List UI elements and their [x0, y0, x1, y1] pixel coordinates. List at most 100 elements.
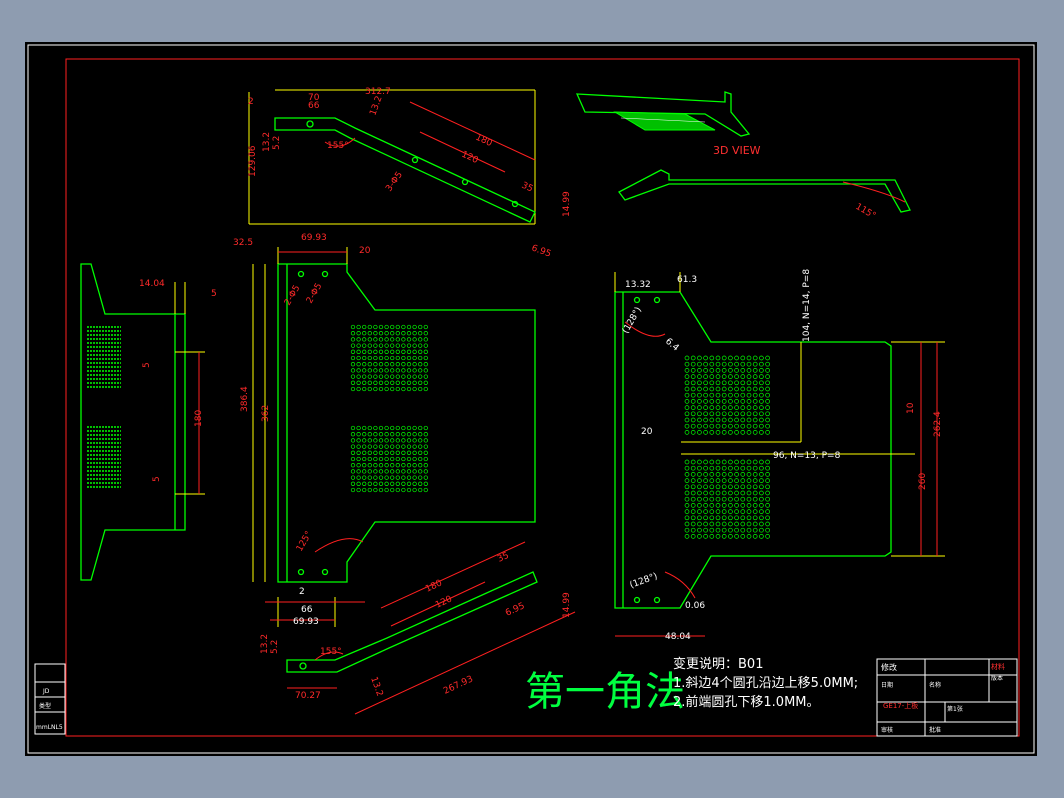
perforation-hole [390, 386, 395, 392]
perforation-hole [715, 503, 721, 508]
perforation-hole [362, 444, 367, 449]
perforation-hole [690, 361, 696, 367]
perforation-hole [690, 405, 696, 410]
perforation-hole [418, 432, 423, 437]
perforation-hole [684, 380, 690, 386]
perforation-hole [378, 487, 384, 493]
perforation-hole [765, 380, 770, 386]
perforation-hole [373, 362, 378, 367]
perforation-hole [401, 444, 406, 449]
perforation-hole [406, 331, 412, 336]
perforation-hole [378, 456, 384, 462]
perforation-hole [362, 432, 367, 437]
perforation-hole [684, 509, 690, 514]
perforation-hole [367, 349, 372, 354]
technical-drawing: JD 类型 mmLNL5 312.7 70 66 2 13.2 13.2 5.2… [27, 44, 1035, 754]
perforation-hole [715, 374, 721, 379]
perforation-hole [373, 386, 378, 392]
perforation-hole [715, 392, 721, 398]
outer-border [27, 44, 1035, 754]
perforation-hole [406, 386, 412, 392]
perforation-hole [734, 386, 739, 392]
perforation-hole [765, 459, 770, 465]
perforation-hole [350, 469, 356, 474]
perforation-hole [697, 472, 702, 477]
perforation-hole [356, 487, 361, 493]
perforation-hole [373, 380, 378, 385]
perforation-hole [395, 331, 400, 336]
perforation-hole [418, 481, 423, 486]
perforation-hole [759, 465, 764, 471]
perforation-hole [362, 469, 367, 474]
perforation-hole [697, 478, 702, 483]
dim-6-95: 6.95 [530, 243, 552, 259]
perforation-hole [412, 380, 417, 385]
perforation-hole [406, 380, 412, 385]
perforation-hole [697, 374, 702, 379]
perforation-hole [715, 411, 721, 417]
perforation-hole [684, 355, 690, 361]
perforation-hole [721, 527, 727, 533]
perforation-hole [715, 399, 721, 404]
perforation-hole [378, 481, 384, 486]
dim-13-2-bottom-b: 13.2 [368, 676, 384, 698]
perforation-hole [752, 503, 758, 508]
perforation-hole [728, 509, 733, 514]
perforation-hole [373, 450, 378, 455]
perforation-hole [746, 386, 752, 392]
perforation-hole [390, 487, 395, 493]
perforation-hole [728, 527, 733, 533]
perforation-hole [367, 331, 372, 336]
perforation-hole [418, 349, 423, 354]
perforation-hole [765, 386, 770, 392]
perforation-hole [423, 355, 428, 361]
perforation-hole [765, 405, 770, 410]
perforation-hole [765, 534, 770, 539]
perforation-hole [740, 465, 746, 471]
perforation-hole [378, 362, 384, 367]
perforation-hole [703, 534, 708, 539]
perforation-hole [709, 521, 715, 527]
perforation-hole [418, 337, 423, 342]
dim-35: 35 [520, 181, 535, 195]
perforation-hole [715, 380, 721, 386]
perforation-hole [746, 430, 752, 435]
perforation-hole [367, 324, 372, 330]
perforation-hole [684, 490, 690, 496]
perforation-hole [721, 503, 727, 508]
perforation-hole [395, 380, 400, 385]
perforation-hole [350, 380, 356, 385]
perforation-hole [709, 515, 715, 521]
perforation-hole [362, 456, 367, 462]
cad-canvas[interactable]: JD 类型 mmLNL5 312.7 70 66 2 13.2 13.2 5.2… [25, 42, 1037, 756]
tb-review: 审核 [881, 726, 893, 734]
perforation-hole [740, 509, 746, 514]
perforation-hole [697, 496, 702, 502]
perforation-hole [690, 459, 696, 465]
perforation-hole [690, 490, 696, 496]
dim-13-2-b: 13.2 [262, 132, 272, 152]
perforation-hole [709, 496, 715, 502]
strip-text-jd: JD [42, 688, 50, 695]
perforation-hole [684, 515, 690, 521]
perforation-hole [734, 361, 739, 367]
perforation-hole [703, 368, 708, 373]
dim-10: 10 [906, 402, 916, 414]
perforation-hole [715, 361, 721, 367]
perforation-hole [390, 362, 395, 367]
perforation-hole [703, 503, 708, 508]
perforation-hole [401, 368, 406, 373]
perforation-hole [765, 484, 770, 490]
perforation-hole [362, 343, 367, 348]
perforation-hole [418, 425, 423, 431]
perforation-hole [728, 521, 733, 527]
perforation-hole [752, 534, 758, 539]
dim-6-4: 6.4 [663, 337, 681, 354]
perforation-hole [697, 534, 702, 539]
perforation-hole [378, 432, 384, 437]
perforation-hole [406, 343, 412, 348]
perforation-hole [423, 331, 428, 336]
perforation-hole [734, 509, 739, 514]
perforation-hole [350, 374, 356, 379]
perforation-hole [703, 411, 708, 417]
